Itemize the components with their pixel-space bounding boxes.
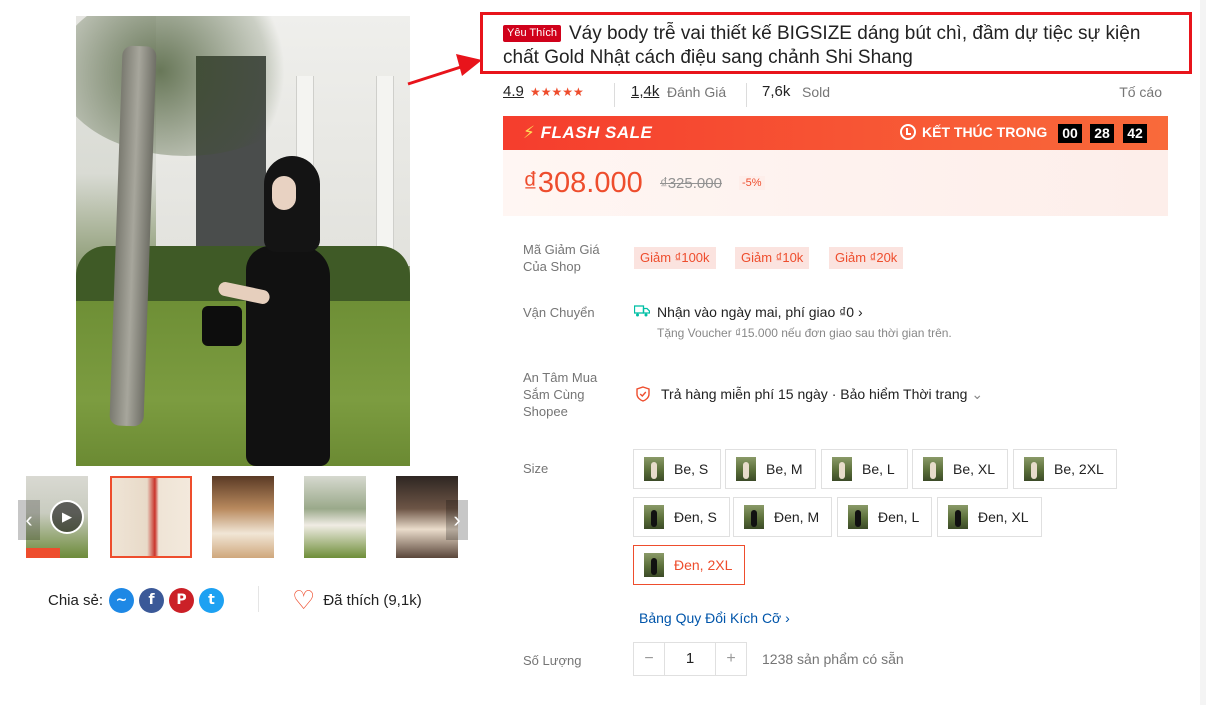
heart-icon: ♡ [292,585,316,615]
flash-sale-bar: ⚡ FLASH SALE KẾT THÚC TRONG 00 28 42 [503,116,1168,150]
review-count[interactable]: 1,4k [631,83,659,100]
messenger-icon[interactable]: ~ [109,588,135,613]
quantity-increase-button[interactable]: + [715,642,747,676]
twitter-icon[interactable]: t [199,588,225,613]
clock-icon [900,124,916,140]
price-panel: ₫308.000 ₫325.000 -5% [503,150,1168,216]
size-option[interactable]: Đen, XL [937,497,1042,537]
stats-divider [746,83,747,107]
variant-thumbnail [832,457,852,481]
flash-sale-title: ⚡ FLASH SALE [523,123,653,142]
size-option-selected[interactable]: Đen, 2XL [633,545,746,585]
stock-available: 1238 sản phẩm có sẵn [762,651,904,667]
guarantee-label: An Tâm Mua Sắm Cùng Shopee [523,370,598,419]
play-icon[interactable]: ▶ [50,500,84,534]
voucher-chip[interactable]: Giảm ₫100k [634,247,716,269]
quantity-stepper: − 1 + [633,642,747,676]
sold-label: Sold [802,84,831,100]
shipping-voucher-note: Tặng Voucher ₫15.000 nếu đơn giao sau th… [657,326,952,340]
share-row: Chia sẻ: ~ f P t [48,588,229,613]
bolt-icon: ⚡ [523,123,536,142]
stats-divider [614,83,615,107]
share-divider [258,586,259,612]
shipping-label: Vận Chuyển [523,305,595,320]
size-chart-link[interactable]: Bảng Quy Đổi Kích Cỡ › [639,610,790,626]
chevron-right-icon: › [785,610,790,626]
variant-thumbnail [644,505,664,529]
quantity-input[interactable]: 1 [665,642,715,676]
flash-sale-ends: KẾT THÚC TRONG [900,124,1047,140]
original-price: ₫325.000 [660,175,722,192]
shipping-info[interactable]: Nhận vào ngày mai, phí giao ₫0 › [657,304,863,320]
voucher-label: Mã Giảm Giá Của Shop [523,242,600,274]
image-model-bag [202,306,242,346]
thumbnail-item-active[interactable] [110,476,192,558]
report-link[interactable]: Tố cáo [1119,84,1162,100]
annotation-arrow-icon [407,54,482,86]
flash-sale-ends-label: KẾT THÚC TRONG [922,124,1048,140]
size-label: Size [523,461,549,476]
voucher-chip[interactable]: Giảm ₫20k [829,247,904,269]
review-label: Đánh Giá [667,84,727,100]
like-button[interactable]: ♡ Đã thích (9,1k) [292,587,422,613]
variant-thumbnail [644,553,664,577]
countdown-hours: 00 [1058,124,1082,143]
variant-thumbnail [848,505,868,529]
size-option[interactable]: Đen, L [837,497,933,537]
product-main-image[interactable] [76,16,410,466]
size-option[interactable]: Be, S [633,449,722,489]
variant-thumbnail [644,457,664,481]
size-option[interactable]: Đen, M [733,497,833,537]
current-price: ₫308.000 [523,167,643,199]
sold-count: 7,6k [762,83,791,100]
image-pillar [376,76,394,266]
page-edge [1200,0,1206,705]
chevron-down-icon: ⌄ [971,386,984,402]
image-model-dress [246,246,330,466]
thumbnail-next-button[interactable]: › [446,500,468,540]
variant-thumbnail [1024,457,1044,481]
product-title-highlight: Yêu Thích Váy body trễ vai thiết kế BIGSI… [480,12,1192,74]
thumbnail-item[interactable] [212,476,274,558]
variant-thumbnail [736,457,756,481]
thumbnail-prev-button[interactable]: ‹ [18,500,40,540]
product-title: Yêu Thích Váy body trễ vai thiết kế BIGSI… [503,22,1169,70]
shield-icon [636,386,650,402]
product-title-text: Váy body trễ vai thiết kế BIGSIZE dáng b… [503,23,1141,68]
rating-value[interactable]: 4.9 [503,83,524,100]
quantity-decrease-button[interactable]: − [633,642,665,676]
rating-stars-icon: ★★★★★ [530,85,584,99]
size-option[interactable]: Đen, S [633,497,730,537]
share-label: Chia sẻ: [48,592,104,609]
variant-thumbnail [923,457,943,481]
thumbnail-strip: ▶ ‹ › [18,476,468,558]
guarantee-dropdown[interactable]: Trả hàng miễn phí 15 ngày · Bảo hiểm Thờ… [661,386,983,403]
like-label: Đã thích (9,1k) [323,591,422,609]
pinterest-icon[interactable]: P [169,588,195,613]
chevron-right-icon: › [857,304,863,320]
quantity-label: Số Lượng [523,653,582,668]
truck-icon [634,305,650,317]
facebook-icon[interactable]: f [139,588,165,613]
variant-thumbnail [948,505,968,529]
size-option[interactable]: Be, L [821,449,908,489]
size-option[interactable]: Be, M [725,449,816,489]
thumbnail-badge [26,548,60,558]
thumbnail-item[interactable] [304,476,366,558]
variant-thumbnail [744,505,764,529]
size-option[interactable]: Be, XL [912,449,1009,489]
discount-badge: -5% [739,176,765,190]
product-stats: 4.9 ★★★★★ 1,4k Đánh Giá 7,6k Sold Tố cáo [503,83,1165,107]
countdown-minutes: 28 [1090,124,1114,143]
countdown-seconds: 42 [1123,124,1147,143]
favorite-badge: Yêu Thích [503,25,561,42]
voucher-chip[interactable]: Giảm ₫10k [735,247,810,269]
image-model-face [272,176,296,210]
size-option[interactable]: Be, 2XL [1013,449,1117,489]
